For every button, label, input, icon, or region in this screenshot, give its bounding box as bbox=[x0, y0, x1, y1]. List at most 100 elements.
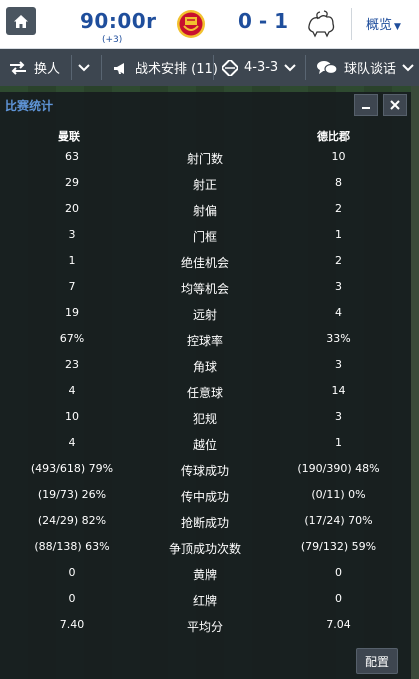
stat-name: 抢断成功 bbox=[180, 516, 229, 530]
chevron-down-icon: ▼ bbox=[394, 22, 401, 32]
stat-name: 均等机会 bbox=[180, 282, 229, 296]
match-toolbar: 换人 战术安排 (11) 4-3-3 球队谈话 bbox=[0, 49, 419, 86]
stat-name: 平均分 bbox=[186, 620, 223, 634]
match-header: 90:00r (+3) 0 - 1 概览 ▼ bbox=[0, 0, 419, 49]
stat-home-value: 23 bbox=[65, 358, 79, 371]
overview-label: 概览 bbox=[366, 18, 393, 33]
stat-away-value: 4 bbox=[335, 306, 342, 319]
stat-name: 争顶成功次数 bbox=[168, 542, 241, 556]
stat-away-value: 10 bbox=[331, 150, 346, 163]
tactics-button[interactable]: 战术安排 (11) bbox=[113, 49, 218, 86]
stat-row: (24/29) 82% 抢断成功 (17/24) 70% bbox=[0, 508, 411, 534]
stat-row: 23 角球 3 bbox=[0, 352, 411, 378]
added-time: (+3) bbox=[102, 35, 123, 45]
stat-home-value: 7.40 bbox=[59, 618, 85, 631]
stat-away-value: 7.04 bbox=[326, 618, 351, 631]
substitute-button[interactable]: 换人 bbox=[8, 49, 60, 86]
stat-away-value: 1 bbox=[335, 436, 342, 449]
stat-row: 63 射门数 10 bbox=[0, 144, 411, 170]
stat-home-value: (24/29) 82% bbox=[37, 514, 107, 527]
stat-row: 19 远射 4 bbox=[0, 300, 411, 326]
stat-name: 犯规 bbox=[192, 412, 217, 426]
pitch-edge bbox=[411, 86, 419, 679]
stat-name: 控球率 bbox=[186, 334, 223, 348]
stat-home-value: 4 bbox=[68, 436, 76, 449]
stat-home-value: 20 bbox=[65, 202, 79, 215]
stat-away-value: (190/390) 48% bbox=[297, 462, 380, 475]
stat-row: 7.40 平均分 7.04 bbox=[0, 612, 411, 638]
substitute-label: 换人 bbox=[34, 62, 61, 77]
tactics-label: 战术安排 (11) bbox=[135, 62, 218, 77]
stat-away-value: 3 bbox=[335, 280, 342, 293]
stat-name: 传球成功 bbox=[180, 464, 229, 478]
stat-name: 射偏 bbox=[192, 204, 217, 218]
stat-name: 传中成功 bbox=[180, 490, 229, 504]
stat-row: 7 均等机会 3 bbox=[0, 274, 411, 300]
stat-away-value: 2 bbox=[335, 254, 342, 267]
close-button[interactable] bbox=[383, 94, 407, 116]
match-clock: 90:00r bbox=[80, 9, 157, 33]
substitute-dropdown[interactable] bbox=[78, 49, 90, 86]
minimize-icon bbox=[362, 107, 370, 109]
toolbar-separator bbox=[71, 55, 72, 80]
stat-row: (19/73) 26% 传中成功 (0/11) 0% bbox=[0, 482, 411, 508]
home-team-crest-icon bbox=[177, 10, 205, 38]
home-team-name: 曼联 bbox=[58, 130, 80, 143]
stat-name: 远射 bbox=[192, 308, 217, 322]
chevron-down-icon bbox=[284, 63, 296, 71]
stat-away-value: 0 bbox=[335, 592, 342, 605]
chevron-down-icon bbox=[402, 63, 414, 71]
stat-row: 4 越位 1 bbox=[0, 430, 411, 456]
formation-label: 4-3-3 bbox=[244, 60, 279, 75]
stat-row: 3 门框 1 bbox=[0, 222, 411, 248]
stat-away-value: 3 bbox=[335, 410, 342, 423]
panel-header: 比赛统计 bbox=[0, 92, 411, 116]
stat-row: (493/618) 79% 传球成功 (190/390) 48% bbox=[0, 456, 411, 482]
home-icon bbox=[14, 14, 28, 28]
stat-home-value: 29 bbox=[65, 176, 79, 189]
stat-name: 射正 bbox=[192, 178, 217, 192]
stat-away-value: 8 bbox=[335, 176, 342, 189]
stat-home-value: (88/138) 63% bbox=[34, 540, 110, 553]
close-icon bbox=[390, 100, 400, 110]
stat-row: 10 犯规 3 bbox=[0, 404, 411, 430]
stat-away-value: 0 bbox=[335, 566, 342, 579]
stat-home-value: 1 bbox=[68, 254, 76, 267]
stat-name: 任意球 bbox=[186, 386, 223, 400]
away-team-crest-icon bbox=[308, 10, 335, 38]
toolbar-separator bbox=[305, 55, 306, 80]
stat-row: (88/138) 63% 争顶成功次数 (79/132) 59% bbox=[0, 534, 411, 560]
minimize-button[interactable] bbox=[354, 94, 378, 116]
stat-home-value: 19 bbox=[65, 306, 79, 319]
speech-bubbles-icon bbox=[317, 60, 338, 74]
stat-name: 绝佳机会 bbox=[180, 256, 229, 270]
home-button[interactable] bbox=[6, 7, 36, 35]
stat-row: 1 绝佳机会 2 bbox=[0, 248, 411, 274]
toolbar-separator bbox=[213, 55, 214, 80]
stat-away-value: 33% bbox=[326, 332, 351, 345]
toolbar-separator bbox=[101, 55, 102, 80]
stat-home-value: 4 bbox=[68, 384, 76, 397]
stat-name: 门框 bbox=[192, 230, 217, 244]
megaphone-icon bbox=[114, 62, 124, 74]
overview-dropdown[interactable]: 概览 ▼ bbox=[366, 14, 401, 33]
stat-name: 越位 bbox=[192, 438, 217, 452]
stat-row: 29 射正 8 bbox=[0, 170, 411, 196]
panel-title: 比赛统计 bbox=[5, 99, 54, 113]
team-talk-button[interactable]: 球队谈话 bbox=[316, 49, 414, 86]
stat-row: 20 射偏 2 bbox=[0, 196, 411, 222]
stat-row: 67% 控球率 33% bbox=[0, 326, 411, 352]
stat-home-value: 67% bbox=[59, 332, 85, 345]
stat-name: 红牌 bbox=[192, 594, 217, 608]
stat-home-value: 3 bbox=[68, 228, 76, 241]
stat-home-value: 63 bbox=[65, 150, 79, 163]
config-button[interactable]: 配置 bbox=[356, 648, 398, 674]
stat-name: 角球 bbox=[192, 360, 217, 374]
stat-home-value: (493/618) 79% bbox=[30, 462, 114, 475]
stat-row: 0 红牌 0 bbox=[0, 586, 411, 612]
stat-name: 黄牌 bbox=[192, 568, 217, 582]
stat-home-value: 7 bbox=[68, 280, 76, 293]
formation-dropdown[interactable]: 4-3-3 bbox=[222, 49, 296, 86]
stat-away-value: 2 bbox=[335, 202, 342, 215]
stat-away-value: (17/24) 70% bbox=[304, 514, 373, 527]
